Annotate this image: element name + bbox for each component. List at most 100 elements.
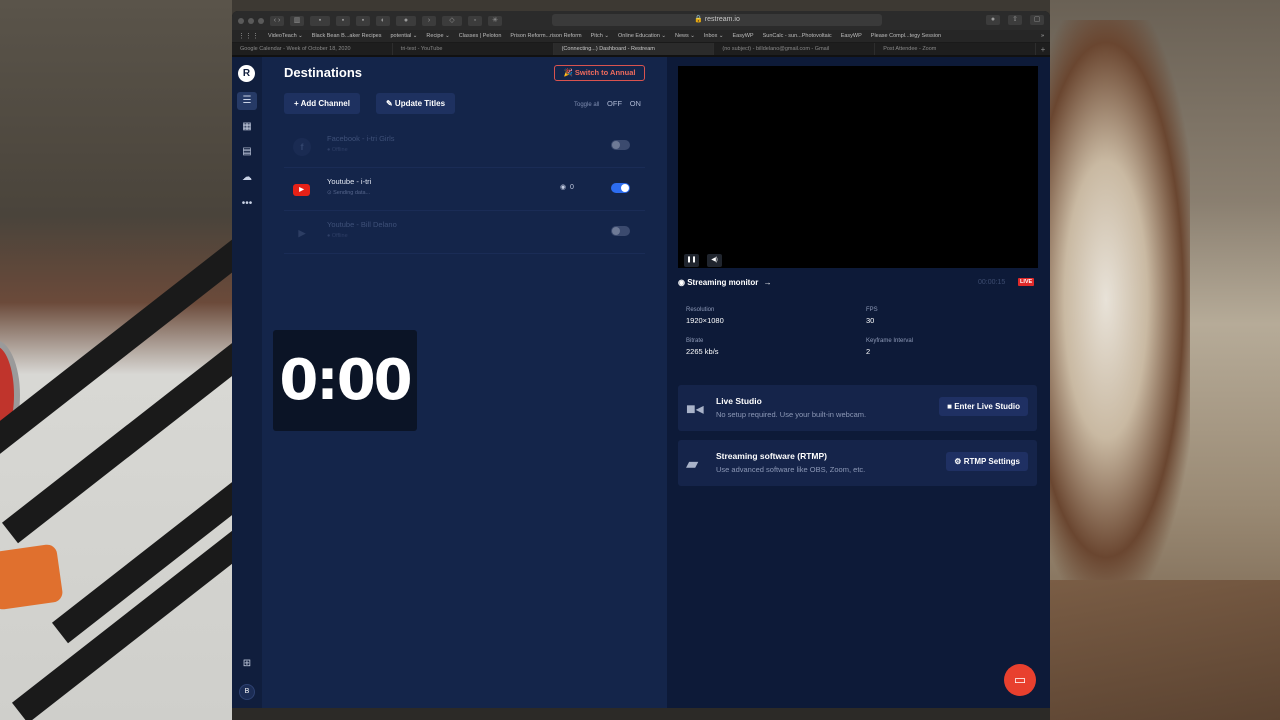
chat-support-button[interactable]: ▭ [1004,664,1036,696]
download-icon[interactable]: ● [986,15,1000,25]
new-tab-button[interactable]: + [1036,43,1050,55]
stat-fps: FPS 30 [866,307,878,325]
calendar-nav-icon[interactable]: ▦ [237,118,257,136]
tab-bar: Google Calendar - Week of October 18, 20… [232,43,1050,56]
gear-icon: ⚙ [954,457,962,466]
bookmark-item[interactable]: Classes | Peloton [459,33,502,39]
rtmp-title: Streaming software (RTMP) [716,451,827,461]
channel-row: ▶ Youtube - Bill Delano ● Offline [284,211,645,254]
live-studio-subtitle: No setup required. Use your built-in web… [716,410,867,419]
restream-app: R ☰ ▦ ▤ ☁ ••• ⊞ B Destinations 🎉 Switch … [232,57,1050,708]
channel-name: Youtube - Bill Delano [327,220,397,229]
browser-tab[interactable]: (Connecting...) Dashboard - Restream [553,43,715,55]
shield-icon[interactable]: ◇ [442,15,462,26]
avatar[interactable]: B [239,684,255,700]
stat-bitrate: Bitrate 2265 kb/s [686,338,719,356]
channel-list: f Facebook - i-tri Girls ● Offline ▶ You… [284,125,645,254]
extension-icon[interactable]: ▪ [336,15,350,26]
bookmark-item[interactable]: Recipe ⌄ [426,33,449,39]
camera-background-left [0,0,399,720]
extension-icon[interactable]: ◐ [376,15,390,26]
channel-status: ● Offline [327,147,348,153]
browser-titlebar: ‹ › ▥ ▪ ▪ ▪ ◐ ● › ◇ ▫ ✳ 🔒 restream.io ● … [232,11,1050,30]
channel-toggle[interactable] [611,183,630,193]
youtube-icon: ▶ [293,184,310,196]
sidebar-icon[interactable]: ▥ [290,15,304,26]
switch-to-annual-button[interactable]: 🎉 Switch to Annual [554,65,645,81]
page-title: Destinations [284,65,363,80]
countdown-timer: 0:00 [273,330,417,431]
browser-tab[interactable]: tri-test - YouTube [393,43,554,55]
enter-live-studio-button[interactable]: ■ Enter Live Studio [939,397,1028,416]
bookmark-item[interactable]: Inbox ⌄ [704,33,724,39]
extension-icon[interactable]: ▪ [356,15,370,26]
apps-grid-icon[interactable]: ⋮⋮⋮ [238,32,259,40]
stat-resolution: Resolution 1920×1080 [686,307,724,325]
stat-keyframe-interval: Keyframe Interval 2 [866,338,914,356]
bookmark-item[interactable]: Black Bean B...aker Recipes [312,33,382,39]
toggle-all: Toggle all OFF ON [574,99,641,108]
bookmark-item[interactable]: SunCalc - sun...Photovoltaic [763,33,832,39]
extension-icon[interactable]: ▫ [468,15,482,26]
channel-row: ▶ Youtube - i-tri ⊙ Sending data... ◉ 0 [284,168,645,211]
channel-toggle[interactable] [611,226,630,236]
bookmark-item[interactable]: VideoTeach ⌄ [268,33,303,39]
browser-tab[interactable]: (no subject) - billdelano@gmail.com - Gm… [714,43,876,55]
extension-icon[interactable]: ▪ [310,15,330,26]
bookmark-item[interactable]: Please Compl...tegy Session [871,33,941,39]
browser-tab[interactable]: Post Attendee - Zoom [875,43,1036,55]
add-channel-button[interactable]: + Add Channel [284,93,360,114]
gift-icon[interactable]: ⊞ [237,655,257,673]
dog [1050,20,1190,580]
video-preview[interactable]: ❚❚ ◀) [678,66,1038,268]
pause-icon[interactable]: ❚❚ [684,254,699,267]
volume-icon[interactable]: ◀) [707,254,722,267]
rtmp-icon: ▰ [686,456,699,473]
channel-status: ● Offline [327,233,348,239]
bookmark-item[interactable]: Pitch ⌄ [591,33,609,39]
channel-name: Youtube - i-tri [327,177,372,186]
rtmp-subtitle: Use advanced software like OBS, Zoom, et… [716,465,866,474]
back-forward-icon[interactable]: ‹ › [270,15,284,26]
update-titles-button[interactable]: ✎ Update Titles [376,93,456,114]
camera-icon: ■◂ [686,401,704,418]
toggle-all-off-button[interactable]: OFF [607,99,622,108]
extension-icon[interactable]: › [422,15,436,26]
bookmark-item[interactable]: EasyWP [841,33,862,39]
live-studio-title: Live Studio [716,396,762,406]
toggle-all-on-button[interactable]: ON [630,99,641,108]
rtmp-card: ▰ Streaming software (RTMP) Use advanced… [678,440,1037,486]
address-bar[interactable]: 🔒 restream.io [552,14,882,26]
orange-cap [0,543,64,611]
share-icon[interactable]: ⇧ [1008,15,1022,25]
bookmark-item[interactable]: potential ⌄ [390,33,417,39]
restream-logo[interactable]: R [238,65,255,82]
stream-timecode: 00:00:15 [978,279,1006,286]
extension-icon[interactable]: ● [396,15,416,26]
browser-tab[interactable]: Google Calendar - Week of October 18, 20… [232,43,393,55]
streaming-monitor-link[interactable]: ◉ Streaming monitor → [678,278,772,287]
channel-row: f Facebook - i-tri Girls ● Offline [284,125,645,168]
destinations-nav-icon[interactable]: ☰ [237,92,257,110]
bookmark-item[interactable]: EasyWP [733,33,754,39]
channel-toggle[interactable] [611,140,630,150]
stream-panel: ❚❚ ◀) ◉ Streaming monitor → 00:00:15 LIV… [667,57,1050,708]
rtmp-settings-button[interactable]: ⚙ RTMP Settings [946,452,1028,471]
cloud-nav-icon[interactable]: ☁ [237,169,257,187]
more-nav-icon[interactable]: ••• [237,195,257,213]
live-studio-card: ■◂ Live Studio No setup required. Use yo… [678,385,1037,431]
bookmark-item[interactable]: News ⌄ [675,33,695,39]
destinations-panel: Destinations 🎉 Switch to Annual + Add Ch… [262,57,667,708]
toggle-all-label: Toggle all [574,102,600,108]
monitor-icon: ◉ [678,278,685,287]
analytics-nav-icon[interactable]: ▤ [237,143,257,161]
window-controls[interactable] [238,17,264,24]
browser-window: ‹ › ▥ ▪ ▪ ▪ ◐ ● › ◇ ▫ ✳ 🔒 restream.io ● … [232,11,1050,708]
bookmarks-overflow-icon[interactable]: » [1041,33,1044,39]
extension-icon[interactable]: ✳ [488,15,502,26]
bookmark-item[interactable]: Prison Reform...rison Reform [510,33,581,39]
tabs-overview-icon[interactable]: ▢ [1030,15,1044,25]
channel-status: ⊙ Sending data... [327,190,371,196]
nav-rail: R ☰ ▦ ▤ ☁ ••• ⊞ B [232,57,262,708]
bookmark-item[interactable]: Online Education ⌄ [618,33,666,39]
